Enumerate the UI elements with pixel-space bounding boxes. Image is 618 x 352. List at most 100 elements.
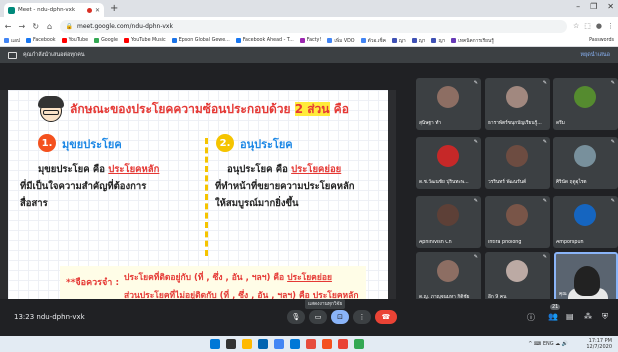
- stop-presenting-button[interactable]: หยุดนำเสนอ: [580, 51, 610, 59]
- menu-kebab-icon[interactable]: ⋮: [607, 22, 614, 30]
- participant-name: Amporspun: [556, 240, 584, 245]
- meet-area: คุณกำลังนำเสนอต่อทุกคน หยุดนำเสนอ ลักษณะ…: [0, 47, 618, 336]
- participant-name: intira pholong: [488, 240, 522, 245]
- mic-muted-icon: ✎: [542, 254, 547, 260]
- end-call-button[interactable]: ☎: [375, 310, 397, 324]
- bookmark-label: Facebook Ahead - T...: [242, 38, 294, 43]
- forward-icon[interactable]: →: [18, 22, 26, 31]
- taskbar-app-icon[interactable]: [226, 339, 236, 349]
- participant-tile[interactable]: ✎ ด.ช.วัฒนชัย ปุรินทะพ...: [416, 137, 481, 189]
- bookmark-item[interactable]: ญา: [431, 37, 445, 45]
- browser-tab-meet[interactable]: Meet - ndu-dphn-vxk ✕: [4, 3, 104, 17]
- maximize-button[interactable]: ❐: [590, 2, 597, 11]
- bookmark-item[interactable]: Facebook: [26, 38, 56, 43]
- system-tray-icons[interactable]: ^ ⌨ ENG ☁ 🔊: [528, 341, 568, 347]
- reload-icon[interactable]: ↻: [32, 22, 40, 31]
- bookmark-item[interactable]: Facty!: [299, 38, 321, 43]
- bookmark-label: แอป: [11, 38, 21, 44]
- bookmark-item[interactable]: ญา: [391, 37, 406, 45]
- chat-icon[interactable]: ▤: [566, 312, 574, 321]
- participant-tile[interactable]: ✎ Aphinivish Ch: [416, 196, 481, 248]
- avatar: [574, 145, 596, 167]
- bookmark-item[interactable]: แอป: [4, 37, 20, 45]
- bookmark-item[interactable]: YouTube: [61, 38, 88, 43]
- bookmark-item[interactable]: Google: [94, 38, 118, 43]
- camera-button[interactable]: ▭: [309, 310, 327, 324]
- bookmark-item[interactable]: ตัวอ.เช็ค: [360, 37, 386, 45]
- host-controls-icon[interactable]: ⛨: [602, 312, 608, 322]
- participant-tile[interactable]: ✎ อีก 9 คน: [485, 252, 550, 304]
- taskbar-app-icon[interactable]: [290, 339, 300, 349]
- bookmark-favicon-icon: [360, 38, 366, 43]
- profile-avatar-icon[interactable]: ●: [596, 22, 602, 30]
- participant-tile[interactable]: ✎ intira pholong: [485, 196, 550, 248]
- activities-icon[interactable]: ⁂: [584, 312, 592, 321]
- more-vert-icon: ⋮: [358, 313, 366, 321]
- url-input[interactable]: 🔒 meet.google.com/ndu-dphn-vxk: [59, 19, 567, 33]
- bookmark-item[interactable]: Epson Global Gewe...: [171, 38, 230, 43]
- sub-clause-def-text: อนุประโยค คือ: [227, 164, 292, 175]
- bookmark-favicon-icon: [4, 38, 9, 43]
- minimize-button[interactable]: –: [576, 2, 580, 11]
- participant-tile[interactable]: ✎ Amporspun: [553, 196, 618, 248]
- bookmark-favicon-icon: [235, 38, 241, 43]
- teacher-mascot-icon: [38, 96, 64, 126]
- info-icon[interactable]: ⓘ: [527, 312, 535, 323]
- participant-tile[interactable]: ✎ สุนิษฐา ทำ: [416, 78, 481, 130]
- bookmark-star-icon[interactable]: ☆: [573, 22, 579, 30]
- meet-favicon-icon: [8, 6, 15, 14]
- close-window-button[interactable]: ✕: [607, 2, 614, 11]
- extension-icon[interactable]: ⬚: [584, 22, 591, 30]
- clock-date: 12/7/2020: [586, 344, 612, 350]
- slide-edge-left: [0, 90, 8, 308]
- self-name: คุณ: [559, 292, 567, 297]
- bookmark-favicon-icon: [299, 38, 305, 43]
- participant-tile[interactable]: ✎ วรรินทร์ พัฒนรันต์: [485, 137, 550, 189]
- mic-button[interactable]: 🎙: [287, 310, 305, 324]
- home-icon[interactable]: ⌂: [46, 22, 54, 31]
- note-label: **จือควรจำ :: [66, 278, 120, 288]
- bookmark-favicon-icon: [94, 38, 100, 43]
- note-line-1: ประโยคที่ติดอยู่กับ (ที่ , ซึ่ง , อัน , …: [124, 270, 332, 284]
- self-video-tile[interactable]: คุณ: [554, 252, 618, 303]
- bookmark-favicon-icon: [391, 38, 397, 43]
- bookmark-item[interactable]: เทคนิคการเรียนรู้: [451, 37, 494, 45]
- people-icon[interactable]: 👥: [548, 312, 558, 321]
- participant-tile[interactable]: ✎ ธาราพัตร์ขนุกบัญเรียนรู้...: [485, 78, 550, 130]
- avatar: [437, 204, 459, 226]
- presentation-slide: ลักษณะของประโยคความซ้อนประกอบด้วย 2 ส่วน…: [8, 90, 388, 308]
- participant-tile[interactable]: ✎ ศิรินัด ฤดูอุไรต: [553, 137, 618, 189]
- main-clause-line3: สื่อสาร: [20, 198, 48, 209]
- bookmark-item[interactable]: เพิ่ม VDO: [327, 37, 355, 45]
- taskbar-app-icon[interactable]: [242, 339, 252, 349]
- taskbar-app-icon[interactable]: [306, 339, 316, 349]
- slide-title-text: ลักษณะของประโยคความซ้อนประกอบด้วย: [70, 102, 295, 116]
- url-text: meet.google.com/ndu-dphn-vxk: [76, 22, 173, 30]
- back-icon[interactable]: ←: [4, 22, 12, 31]
- bookmark-favicon-icon: [451, 38, 457, 43]
- taskbar-app-icon[interactable]: [258, 339, 268, 349]
- avatar: [506, 86, 528, 108]
- participant-tile[interactable]: ✎ ด.ญ. ภาญุจนมหา กิติชัย: [416, 252, 481, 304]
- taskbar-app-icon[interactable]: [210, 339, 220, 349]
- mic-muted-icon: ✎: [542, 198, 547, 204]
- sub-clause-line2: ที่ทำหน้าที่ขยายความประโยคหลัก: [215, 181, 355, 192]
- participant-tile[interactable]: ✎ ดรีม: [553, 78, 618, 130]
- system-clock[interactable]: 17:17 PM 12/7/2020: [586, 338, 612, 350]
- tab-close-icon[interactable]: ✕: [95, 7, 100, 14]
- bookmark-item[interactable]: Facebook Ahead - T...: [235, 38, 294, 43]
- bookmark-item[interactable]: YouTube Music: [124, 38, 166, 43]
- present-button[interactable]: ⊡: [331, 310, 349, 324]
- new-tab-button[interactable]: +: [110, 3, 118, 15]
- taskbar-app-icon[interactable]: [322, 339, 332, 349]
- participant-name: ศิรินัด ฤดูอุไรต: [556, 180, 587, 185]
- bookmark-favicon-icon: [411, 38, 417, 43]
- other-bookmarks[interactable]: Passwords: [589, 38, 614, 43]
- more-options-button[interactable]: ⋮: [353, 310, 371, 324]
- bookmark-favicon-icon: [124, 38, 130, 43]
- taskbar-app-icon[interactable]: [274, 339, 284, 349]
- bookmark-item[interactable]: ญา: [411, 37, 425, 45]
- taskbar-app-icon[interactable]: [354, 339, 364, 349]
- mic-muted-icon: ✎: [610, 198, 615, 204]
- taskbar-app-icon[interactable]: [338, 339, 348, 349]
